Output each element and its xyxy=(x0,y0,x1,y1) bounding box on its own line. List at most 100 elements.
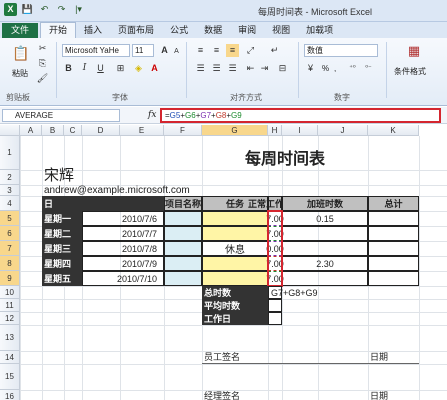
align-middle-icon[interactable]: ≡ xyxy=(210,44,223,57)
employee-email[interactable]: andrew@example.microsoft.com xyxy=(42,185,268,196)
column-header[interactable]: C xyxy=(64,125,82,136)
cut-icon[interactable]: ✂ xyxy=(36,42,49,55)
tab-review[interactable]: 审阅 xyxy=(230,23,264,38)
row-header[interactable]: 5 xyxy=(0,211,20,226)
column-header[interactable]: K xyxy=(368,125,419,136)
decrease-indent-icon[interactable]: ⇤ xyxy=(244,62,257,75)
font-size-select[interactable]: 11 xyxy=(132,44,154,57)
project-cell[interactable] xyxy=(164,271,202,286)
align-left-icon[interactable]: ☰ xyxy=(194,62,207,75)
row-header[interactable]: 7 xyxy=(0,241,20,256)
decrease-decimal-icon[interactable]: ⁰⁻ xyxy=(362,62,375,75)
average-hours-cell[interactable] xyxy=(268,299,282,312)
tab-home[interactable]: 开始 xyxy=(40,22,77,38)
overtime-cell[interactable]: 0.15 xyxy=(282,211,368,226)
row-header[interactable]: 10 xyxy=(0,286,20,299)
total-cell[interactable] xyxy=(368,271,419,286)
tab-view[interactable]: 视图 xyxy=(264,23,298,38)
underline-button[interactable]: U xyxy=(94,62,107,75)
date-cell[interactable]: 2010/7/8 xyxy=(82,241,164,256)
day-name[interactable]: 星期四 xyxy=(42,256,82,271)
format-painter-icon[interactable]: 🖌 xyxy=(36,72,49,85)
task-cell[interactable] xyxy=(202,271,268,286)
tab-formulas[interactable]: 公式 xyxy=(162,23,196,38)
project-cell[interactable] xyxy=(164,241,202,256)
tab-data[interactable]: 数据 xyxy=(196,23,230,38)
column-header[interactable]: H xyxy=(268,125,282,136)
task-cell[interactable]: 休息 xyxy=(202,241,268,256)
date-cell[interactable]: 2010/7/9 xyxy=(82,256,164,271)
font-color-icon[interactable]: A xyxy=(148,62,161,75)
sheet-title[interactable]: 每周时间表 xyxy=(202,136,368,170)
tab-insert[interactable]: 插入 xyxy=(76,23,110,38)
task-cell[interactable] xyxy=(202,256,268,271)
day-name[interactable]: 星期二 xyxy=(42,226,82,241)
font-name-select[interactable]: Microsoft YaHe xyxy=(62,44,130,57)
tab-page-layout[interactable]: 页面布局 xyxy=(110,23,162,38)
total-cell[interactable] xyxy=(368,256,419,271)
overtime-cell[interactable] xyxy=(282,271,368,286)
average-hours-label[interactable]: 平均时数 xyxy=(202,299,268,312)
project-cell[interactable] xyxy=(164,256,202,271)
total-hours-label[interactable]: 总时数 xyxy=(202,286,268,299)
row-header[interactable]: 14 xyxy=(0,351,20,364)
row-header[interactable]: 11 xyxy=(0,299,20,312)
copy-icon[interactable]: ⎘ xyxy=(36,57,49,70)
align-right-icon[interactable]: ☰ xyxy=(226,62,239,75)
total-cell[interactable] xyxy=(368,211,419,226)
project-cell[interactable] xyxy=(164,211,202,226)
percent-button[interactable]: % xyxy=(322,64,329,73)
fill-color-icon[interactable]: ◈ xyxy=(132,62,145,75)
total-hours-edit[interactable]: G7+G8+G9 xyxy=(268,286,318,299)
fx-icon[interactable]: fx xyxy=(148,110,156,120)
column-header[interactable]: F xyxy=(164,125,202,136)
date-label-manager[interactable]: 日期 xyxy=(368,390,419,400)
comma-button[interactable]: , xyxy=(334,64,336,73)
select-all-corner[interactable] xyxy=(0,125,20,136)
day-name[interactable]: 星期五 xyxy=(42,271,82,286)
currency-icon[interactable]: ¥ xyxy=(304,62,317,75)
row-header[interactable]: 2 xyxy=(0,170,20,185)
tab-file[interactable]: 文件 xyxy=(2,23,39,38)
worksheet-grid[interactable]: A B C D E F G H I J K 1 2 3 4 5 6 7 8 9 10 11 12 13 14 15 16 每周时间表宋… xyxy=(0,125,447,400)
employee-name[interactable]: 宋辉 xyxy=(42,167,120,185)
total-cell[interactable] xyxy=(368,241,419,256)
row-header[interactable]: 1 xyxy=(0,136,20,170)
day-name[interactable]: 星期一 xyxy=(42,211,82,226)
day-name[interactable]: 星期三 xyxy=(42,241,82,256)
date-cell[interactable]: 2010/7/6 xyxy=(82,211,164,226)
column-header[interactable]: I xyxy=(282,125,318,136)
align-center-icon[interactable]: ☰ xyxy=(210,62,223,75)
conditional-format-icon[interactable]: ▦ xyxy=(404,42,424,60)
column-header[interactable]: A xyxy=(20,125,42,136)
manager-signature-label[interactable]: 经理签名 xyxy=(202,390,282,400)
row-header[interactable]: 15 xyxy=(0,364,20,390)
row-header[interactable]: 3 xyxy=(0,185,20,196)
increase-decimal-icon[interactable]: ⁺⁰ xyxy=(346,62,359,75)
redo-icon[interactable]: ↷ xyxy=(55,3,68,16)
column-header[interactable]: G xyxy=(202,125,268,136)
conditional-format-button[interactable]: 条件格式 xyxy=(394,66,426,77)
tab-addins[interactable]: 加载项 xyxy=(298,23,341,38)
employee-signature-label[interactable]: 员工签名 xyxy=(202,351,282,364)
header-total[interactable]: 总计 xyxy=(368,196,419,211)
wrap-text-icon[interactable]: ↵ xyxy=(268,44,281,57)
formula-input[interactable]: =G5+G6+G7+G8+G9 xyxy=(160,108,441,123)
date-label-employee[interactable]: 日期 xyxy=(368,351,419,364)
row-header[interactable]: 13 xyxy=(0,325,20,351)
column-header[interactable]: B xyxy=(42,125,64,136)
date-cell[interactable]: 2010/7/7 xyxy=(82,226,164,241)
increase-indent-icon[interactable]: ⇥ xyxy=(258,62,271,75)
row-header[interactable]: 12 xyxy=(0,312,20,325)
date-cell[interactable]: 2010/7/10 xyxy=(82,271,164,286)
shrink-font-button[interactable]: A xyxy=(170,45,183,58)
overtime-cell[interactable] xyxy=(282,241,368,256)
total-cell[interactable] xyxy=(368,226,419,241)
overtime-cell[interactable] xyxy=(282,226,368,241)
paste-icon[interactable]: 📋 xyxy=(12,44,30,62)
task-cell[interactable] xyxy=(202,226,268,241)
row-header[interactable]: 6 xyxy=(0,226,20,241)
row-header[interactable]: 9 xyxy=(0,271,20,286)
header-day[interactable]: 日 xyxy=(42,196,164,211)
save-icon[interactable]: 💾 xyxy=(21,3,34,16)
